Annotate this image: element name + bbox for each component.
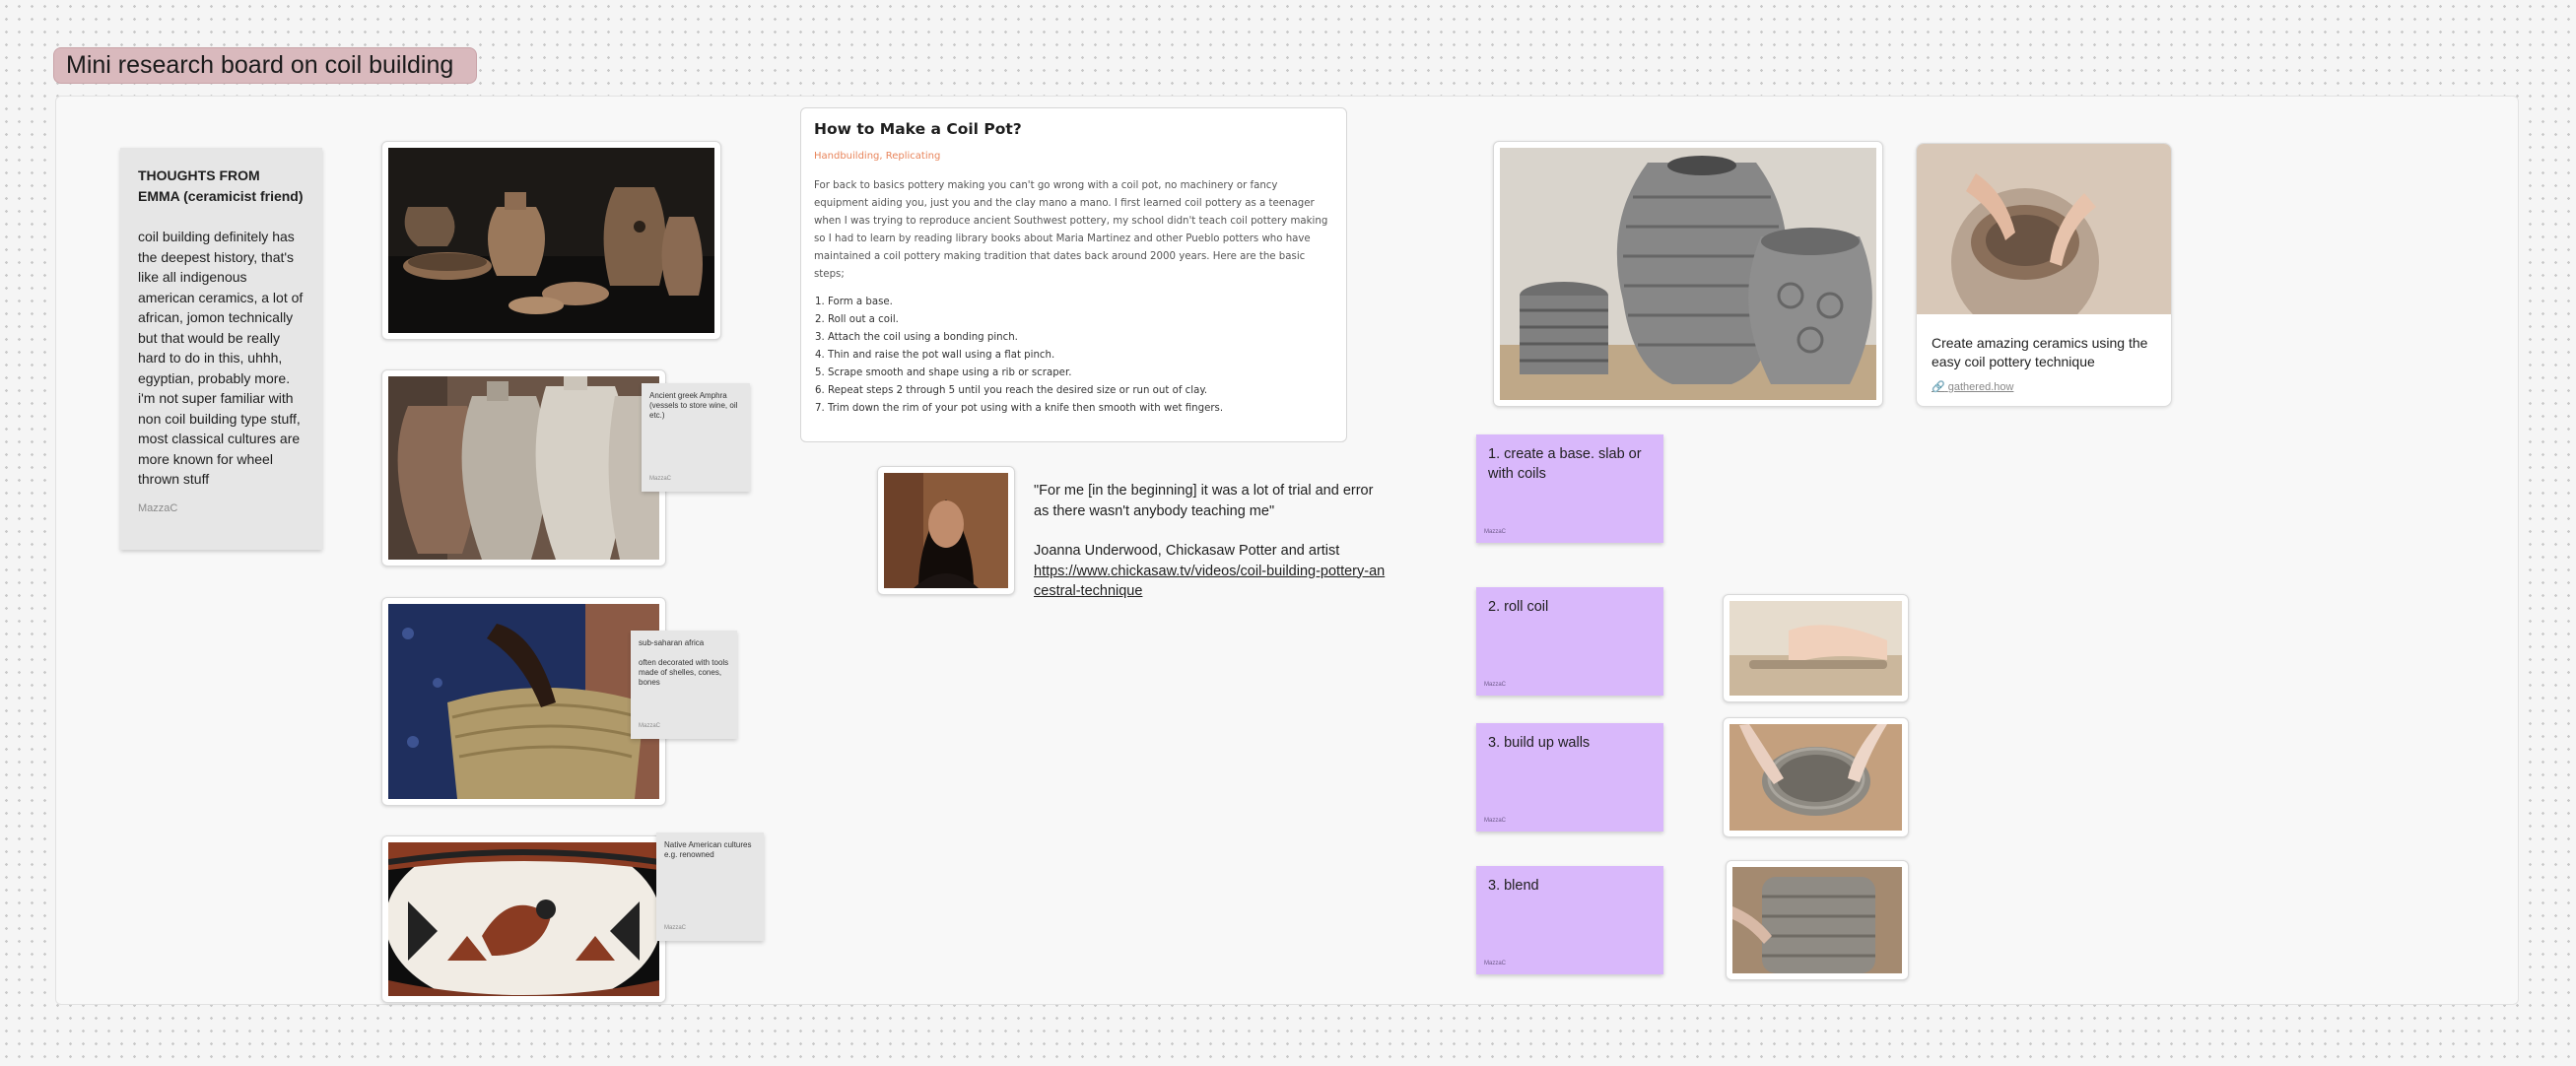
quote-text: "For me [in the beginning] it was a lot … bbox=[1034, 483, 1374, 519]
article-step: Trim down the rim of your pot using with… bbox=[828, 400, 1333, 418]
image-african-coiling[interactable] bbox=[381, 597, 666, 806]
link-preview-image bbox=[1917, 144, 2171, 336]
sticky-note-amphora[interactable]: Ancient greek Amphra (vessels to store w… bbox=[642, 383, 750, 492]
link-preview-url[interactable]: 🔗 gathered.how bbox=[1917, 380, 2171, 393]
quote-link[interactable]: https://www.chickasaw.tv/videos/coil-bui… bbox=[1034, 564, 1385, 600]
sticky-note-step-blend[interactable]: 3. blend MazzaC bbox=[1476, 866, 1663, 974]
coil-pots-illustration bbox=[1500, 148, 1876, 400]
sticky-note-text-2: often decorated with tools made of shell… bbox=[639, 658, 729, 687]
image-native-american-pot[interactable] bbox=[381, 835, 666, 1003]
article-step: Thin and raise the pot wall using a flat… bbox=[828, 347, 1333, 365]
link-preview-card[interactable]: Create amazing ceramics using the easy c… bbox=[1916, 143, 2172, 407]
sticky-note-text: 3. build up walls bbox=[1488, 735, 1591, 751]
image-blend[interactable] bbox=[1726, 860, 1909, 980]
sticky-note-author: MazzaC bbox=[664, 925, 687, 931]
sticky-note-author: MazzaC bbox=[639, 723, 661, 729]
native-american-pot-illustration bbox=[388, 842, 659, 996]
article-step: Repeat steps 2 through 5 until you reach… bbox=[828, 382, 1333, 400]
sticky-note-author: MazzaC bbox=[1484, 818, 1507, 824]
sticky-note-text: 1. create a base. slab or with coils bbox=[1488, 446, 1642, 482]
sticky-note-author: MazzaC bbox=[649, 476, 672, 482]
article-step: Form a base. bbox=[828, 294, 1333, 311]
article-steps-list: Form a base. Roll out a coil. Attach the… bbox=[814, 294, 1333, 418]
sticky-note-title: THOUGHTS FROM EMMA (ceramicist friend) bbox=[138, 167, 304, 204]
image-ancient-pottery[interactable] bbox=[381, 141, 721, 340]
sticky-note-text: 3. blend bbox=[1488, 878, 1539, 894]
roll-coil-illustration bbox=[1729, 601, 1902, 696]
link-icon: 🔗 bbox=[1932, 381, 1945, 393]
sticky-note-author: MazzaC bbox=[138, 501, 178, 514]
sticky-note-text: 2. roll coil bbox=[1488, 599, 1549, 615]
image-joanna-portrait[interactable] bbox=[877, 466, 1015, 595]
image-amphorae[interactable] bbox=[381, 369, 666, 566]
sticky-note-body: coil building definitely has the deepest… bbox=[138, 229, 304, 487]
link-preview-url-text: gathered.how bbox=[1947, 381, 2014, 393]
board-title[interactable]: Mini research board on coil building bbox=[53, 47, 477, 84]
article-step: Roll out a coil. bbox=[828, 311, 1333, 329]
portrait-illustration bbox=[884, 473, 1008, 588]
sticky-note-africa[interactable]: sub-saharan africa often decorated with … bbox=[631, 631, 737, 739]
sticky-note-author: MazzaC bbox=[1484, 682, 1507, 688]
build-walls-illustration bbox=[1729, 724, 1902, 831]
image-roll-coil[interactable] bbox=[1723, 594, 1909, 702]
article-tags[interactable]: Handbuilding, Replicating bbox=[814, 151, 1333, 162]
sticky-note-text: Native American cultures e.g. renowned bbox=[664, 840, 752, 859]
sticky-note-text: sub-saharan africa bbox=[639, 638, 705, 647]
sticky-note-step-walls[interactable]: 3. build up walls MazzaC bbox=[1476, 723, 1663, 832]
image-build-walls[interactable] bbox=[1723, 717, 1909, 837]
sticky-note-emma[interactable]: THOUGHTS FROM EMMA (ceramicist friend) c… bbox=[120, 148, 322, 550]
sticky-note-native-american[interactable]: Native American cultures e.g. renowned M… bbox=[656, 833, 764, 941]
image-coil-pots[interactable] bbox=[1493, 141, 1883, 407]
article-body: For back to basics pottery making you ca… bbox=[814, 180, 1328, 280]
amphorae-illustration bbox=[388, 376, 659, 560]
article-step: Attach the coil using a bonding pinch. bbox=[828, 329, 1333, 347]
sticky-note-author: MazzaC bbox=[1484, 529, 1507, 535]
link-preview-description: Create amazing ceramics using the easy c… bbox=[1932, 335, 2148, 369]
blend-illustration bbox=[1732, 867, 1902, 973]
african-coiling-illustration bbox=[388, 604, 659, 799]
article-step: Scrape smooth and shape using a rib or s… bbox=[828, 365, 1333, 382]
article-title: How to Make a Coil Pot? bbox=[814, 120, 1022, 138]
quote-block: "For me [in the beginning] it was a lot … bbox=[1034, 481, 1389, 602]
sticky-note-author: MazzaC bbox=[1484, 961, 1507, 966]
article-card[interactable]: How to Make a Coil Pot? Handbuilding, Re… bbox=[800, 107, 1347, 442]
sticky-note-step-roll[interactable]: 2. roll coil MazzaC bbox=[1476, 587, 1663, 696]
quote-attribution: Joanna Underwood, Chickasaw Potter and a… bbox=[1034, 543, 1340, 559]
sticky-note-step-base[interactable]: 1. create a base. slab or with coils Maz… bbox=[1476, 434, 1663, 543]
sticky-note-text: Ancient greek Amphra (vessels to store w… bbox=[649, 391, 738, 420]
ancient-pottery-illustration bbox=[388, 148, 714, 333]
